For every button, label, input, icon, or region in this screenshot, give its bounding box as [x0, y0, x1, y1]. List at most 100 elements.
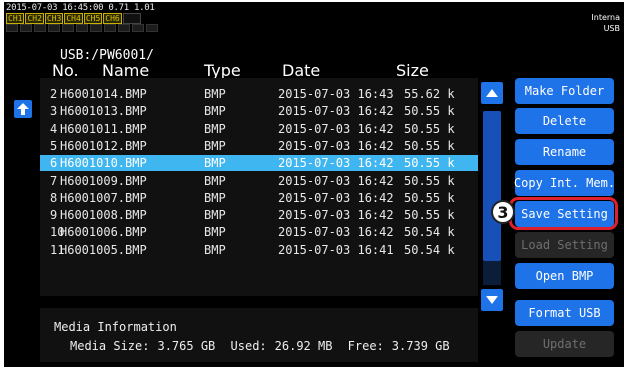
file-date-cell: 2015-07-03 16:42: [278, 138, 394, 153]
led: [90, 24, 102, 32]
file-size-cell: 50.54 k: [404, 242, 455, 257]
file-size-cell: 50.55 k: [404, 121, 455, 136]
file-name-cell: H6001007.BMP: [60, 190, 147, 205]
file-size-cell: 50.55 k: [404, 190, 455, 205]
update-button: Update: [515, 331, 614, 357]
file-name-cell: H6001014.BMP: [60, 87, 147, 101]
file-date-cell: 2015-07-03 16:42: [278, 173, 394, 188]
file-row[interactable]: 9 H6001008.BMP BMP 2015-07-03 16:42 50.55 k: [40, 207, 478, 223]
file-type-cell: BMP: [204, 242, 226, 257]
triangle-up-icon: [486, 89, 498, 97]
file-name-cell: H6001005.BMP: [60, 242, 147, 257]
file-no-cell: 8: [50, 190, 58, 205]
step-callout: 3: [491, 200, 515, 224]
channel-leds: [6, 24, 158, 32]
media-info-line: Media Size: 3.765 GB Used: 26.92 MB Free: 3…: [70, 339, 458, 353]
file-no-cell: 9: [50, 208, 58, 223]
status-datetime: 2015-07-03 16:45:00 0.71 1.01: [6, 3, 155, 13]
open-bmp-button[interactable]: Open BMP: [515, 263, 614, 289]
file-type-cell: BMP: [204, 87, 226, 101]
file-date-cell: 2015-07-03 16:42: [278, 225, 394, 240]
file-row[interactable]: 11 H6001005.BMP BMP 2015-07-03 16:41 50.54 k: [40, 242, 478, 258]
led: [34, 24, 46, 32]
highlight-frame: [509, 197, 618, 230]
storage-usb: USB: [603, 24, 620, 33]
free-label: Free:: [347, 339, 384, 353]
media-info-panel: [40, 308, 478, 362]
file-size-cell: 50.55 k: [404, 173, 455, 188]
file-no-cell: 7: [50, 173, 58, 188]
file-type-cell: BMP: [204, 173, 226, 188]
delete-button[interactable]: Delete: [515, 108, 614, 134]
file-size-cell: 50.55 k: [404, 156, 455, 171]
file-no-cell: 5: [50, 138, 58, 153]
file-no-cell: 4: [50, 121, 58, 136]
file-name-cell: H6001013.BMP: [60, 104, 147, 119]
file-name-cell: H6001006.BMP: [60, 225, 147, 240]
file-date-cell: 2015-07-03 16:42: [278, 104, 394, 119]
led: [132, 24, 144, 32]
led: [6, 24, 18, 32]
channel-chip: CH5: [83, 13, 103, 24]
file-name-cell: H6001008.BMP: [60, 208, 147, 223]
file-date-cell: 2015-07-03 16:42: [278, 190, 394, 205]
file-name-cell: H6001010.BMP: [60, 156, 147, 171]
led: [118, 24, 130, 32]
file-row[interactable]: 2 H6001014.BMP BMP 2015-07-03 16:43 55.62 k: [40, 86, 478, 102]
file-size-cell: 50.55 k: [404, 138, 455, 153]
file-type-cell: BMP: [204, 208, 226, 223]
parent-folder-button[interactable]: [14, 100, 32, 118]
file-date-cell: 2015-07-03 16:42: [278, 121, 394, 136]
channel-chip-inactive: [122, 13, 142, 24]
file-name-cell: H6001012.BMP: [60, 138, 147, 153]
channel-chip: CH1: [6, 13, 25, 24]
scrollbar-thumb[interactable]: [483, 111, 501, 261]
led: [146, 24, 158, 32]
file-size-cell: 50.54 k: [404, 225, 455, 240]
rename-button[interactable]: Rename: [515, 139, 614, 165]
led: [20, 24, 32, 32]
scroll-up-button[interactable]: [481, 82, 503, 104]
file-row[interactable]: 8 H6001007.BMP BMP 2015-07-03 16:42 50.55 k: [40, 190, 478, 206]
file-size-cell: 50.55 k: [404, 208, 455, 223]
media-size-value: 3.765 GB: [157, 339, 216, 353]
free-value: 3.739 GB: [391, 339, 450, 353]
file-row[interactable]: 10 H6001006.BMP BMP 2015-07-03 16:42 50.54 k: [40, 224, 478, 240]
format-usb-button[interactable]: Format USB: [515, 300, 614, 326]
copy-int-mem-button[interactable]: Copy Int. Mem.: [514, 170, 615, 196]
led: [76, 24, 88, 32]
file-type-cell: BMP: [204, 225, 226, 240]
file-type-cell: BMP: [204, 104, 226, 119]
file-no-cell: 6: [50, 156, 58, 171]
file-size-cell: 55.62 k: [404, 87, 455, 101]
file-date-cell: 2015-07-03 16:42: [278, 208, 394, 223]
media-size-label: Media Size:: [70, 339, 150, 353]
load-setting-button: Load Setting: [515, 232, 614, 258]
file-row[interactable]: 7 H6001009.BMP BMP 2015-07-03 16:42 50.55 k: [40, 173, 478, 189]
file-no-cell: 2: [50, 87, 58, 101]
file-size-cell: 50.55 k: [404, 104, 455, 119]
file-row[interactable]: 4 H6001011.BMP BMP 2015-07-03 16:42 50.55 k: [40, 121, 478, 137]
file-type-cell: BMP: [204, 121, 226, 136]
led: [104, 24, 116, 32]
file-type-cell: BMP: [204, 190, 226, 205]
triangle-down-icon: [486, 296, 498, 304]
storage-internal: Interna: [591, 13, 620, 22]
led: [62, 24, 74, 32]
file-date-cell: 2015-07-03 16:42: [278, 156, 394, 171]
file-no-cell: 3: [50, 104, 58, 119]
file-row[interactable]: 3 H6001013.BMP BMP 2015-07-03 16:42 50.55 k: [40, 103, 478, 119]
used-label: Used:: [230, 339, 267, 353]
file-row-selected[interactable]: 6 H6001010.BMP BMP 2015-07-03 16:42 50.55 k: [40, 155, 478, 172]
file-type-cell: BMP: [204, 156, 226, 171]
scroll-down-button[interactable]: [481, 289, 503, 311]
make-folder-button[interactable]: Make Folder: [515, 78, 614, 104]
channel-chip: CH3: [44, 13, 64, 24]
used-value: 26.92 MB: [274, 339, 333, 353]
file-date-cell: 2015-07-03 16:43: [278, 87, 394, 101]
file-row[interactable]: 5 H6001012.BMP BMP 2015-07-03 16:42 50.55 k: [40, 138, 478, 154]
media-info-title: Media Information: [54, 320, 177, 334]
led: [48, 24, 60, 32]
screen: 2015-07-03 16:45:00 0.71 1.01 CH1 CH2 CH…: [4, 2, 624, 367]
file-type-cell: BMP: [204, 138, 226, 153]
